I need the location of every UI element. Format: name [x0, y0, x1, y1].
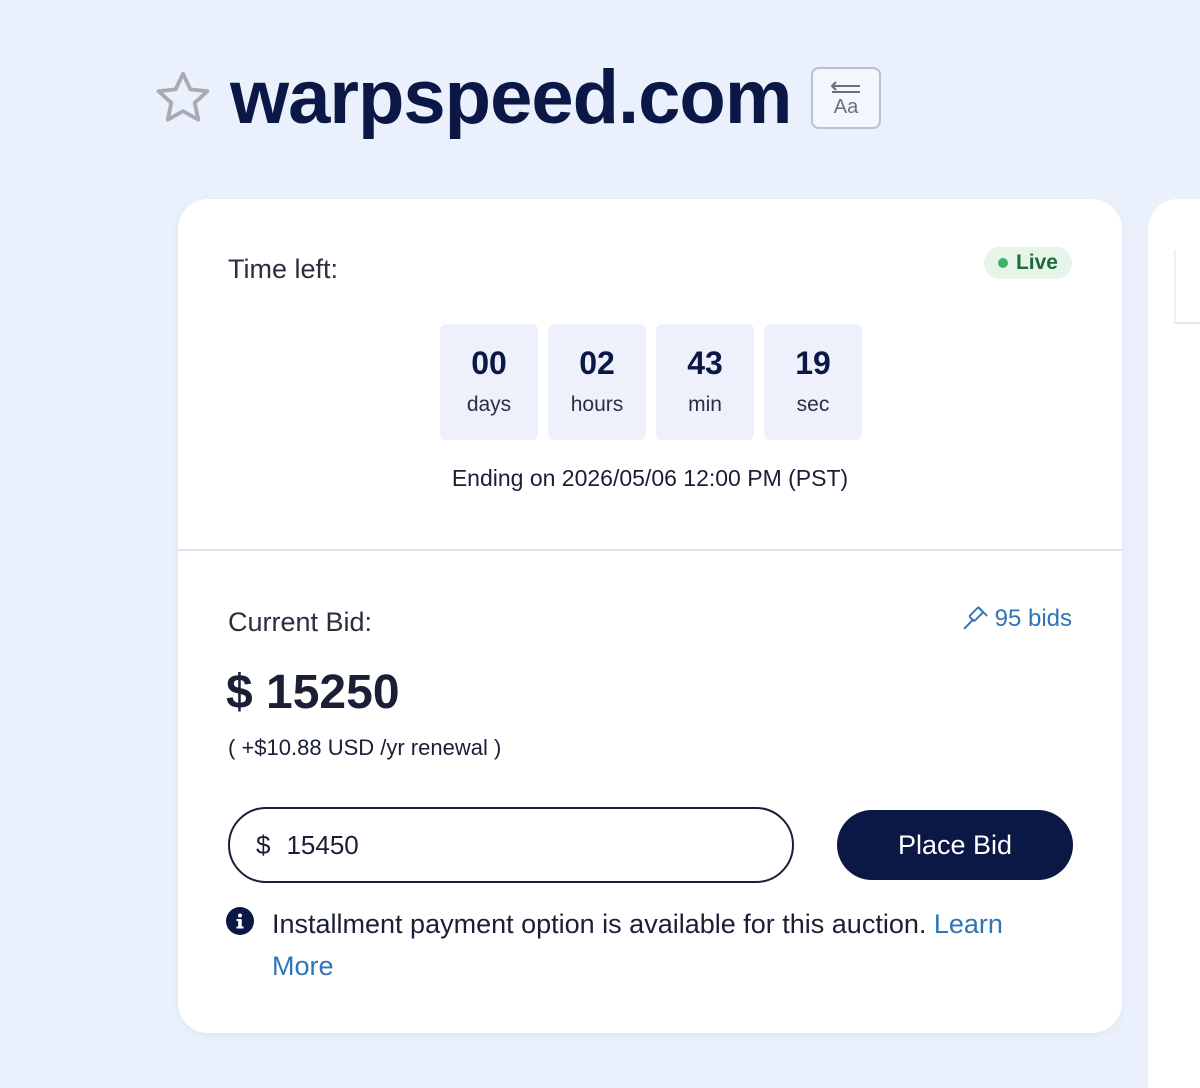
side-panel-divider [1174, 250, 1176, 324]
side-panel-rule [1174, 322, 1200, 324]
info-icon [226, 907, 254, 935]
renewal-price: ( +$10.88 USD /yr renewal ) [228, 735, 502, 760]
domain-header: warpspeed.com Aa [152, 55, 882, 140]
bid-amount-input[interactable] [286, 829, 727, 861]
auction-end-time: Ending on 2026/05/06 12:00 PM (PST) [451, 465, 849, 491]
font-size-icon: Aa [831, 81, 861, 118]
currency-symbol: $ [256, 829, 271, 860]
section-divider [178, 549, 1122, 551]
gavel-icon [963, 606, 988, 630]
countdown-unit: min [688, 393, 722, 416]
countdown-unit: sec [796, 393, 830, 416]
live-dot-icon [997, 258, 1008, 268]
font-toggle-label: Aa [834, 96, 859, 118]
current-bid-label: Current Bid: [228, 607, 373, 637]
bid-history-link[interactable]: 95 bids [961, 605, 1072, 633]
domain-title: warpspeed.com [230, 55, 792, 140]
live-status-badge: Live [983, 247, 1072, 279]
bid-count-text: 95 bids [994, 605, 1072, 632]
favorite-button[interactable] [152, 67, 214, 129]
countdown-unit: days [466, 393, 512, 416]
time-left-label: Time left: [228, 254, 339, 284]
countdown-unit: hours [570, 393, 624, 416]
installment-notice-text: Installment payment option is available … [272, 903, 1046, 987]
side-panel [1148, 199, 1200, 1088]
countdown-value: 02 [579, 345, 615, 381]
installment-message: Installment payment option is available … [272, 909, 934, 939]
countdown-value: 00 [471, 345, 507, 381]
bid-amount-field[interactable]: $ [228, 807, 794, 883]
installment-notice: Installment payment option is available … [226, 903, 1046, 987]
countdown-seconds: 19 sec [764, 324, 862, 440]
current-bid-amount: $ 15250 [226, 666, 400, 719]
auction-card: Time left: Live 00 days 02 hours 43 min … [178, 199, 1122, 1033]
countdown-hours: 02 hours [548, 324, 646, 440]
font-size-toggle-button[interactable]: Aa [811, 67, 882, 129]
countdown-value: 43 [687, 345, 723, 381]
countdown-minutes: 43 min [656, 324, 754, 440]
place-bid-button[interactable]: Place Bid [837, 810, 1073, 880]
live-status-text: Live [1015, 251, 1058, 274]
countdown-timer: 00 days 02 hours 43 min 19 sec [440, 324, 862, 440]
star-outline-icon [156, 71, 210, 122]
countdown-days: 00 days [440, 324, 538, 440]
countdown-value: 19 [795, 345, 831, 381]
